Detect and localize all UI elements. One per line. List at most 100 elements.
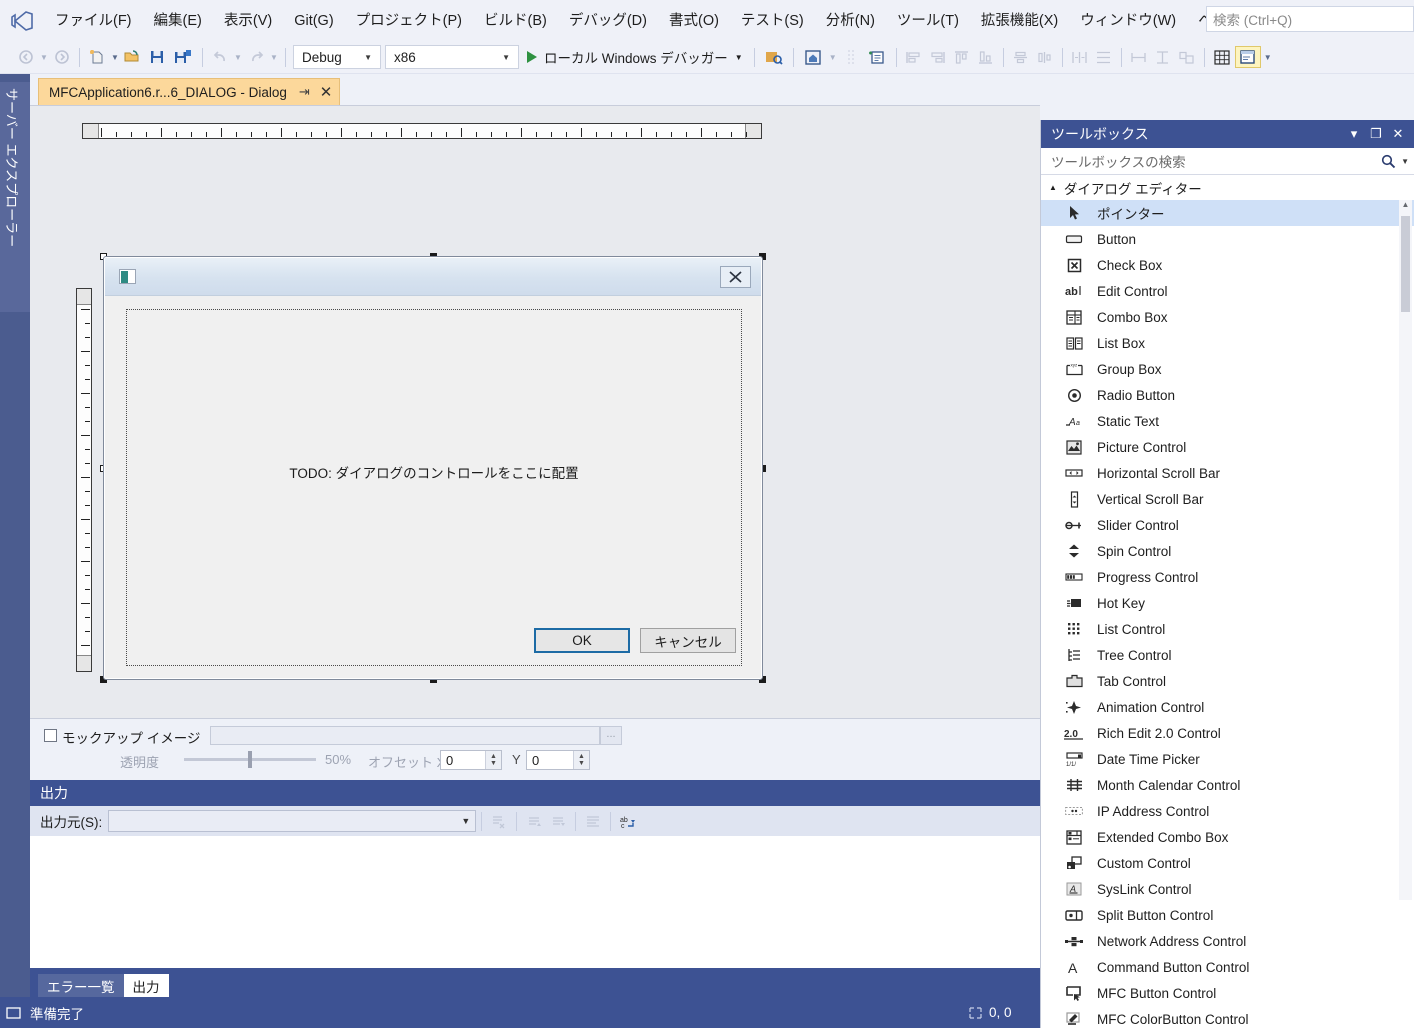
menu-file[interactable]: ファイル(F) — [44, 7, 143, 35]
toolbox-item-progress-control[interactable]: Progress Control — [1041, 564, 1414, 590]
maximize-icon[interactable]: ❐ — [1365, 126, 1387, 142]
toolbox-item-edit-control[interactable]: ab Edit Control — [1041, 278, 1414, 304]
toolbox-item-list[interactable]: ポインター Button Check Box ab Edit Control Combo … — [1041, 200, 1414, 1028]
toolbox-item-custom-control[interactable]: Custom Control — [1041, 850, 1414, 876]
toolbox-item-rich-edit-2-0-control[interactable]: 2.0 Rich Edit 2.0 Control — [1041, 720, 1414, 746]
go-to-next-icon[interactable] — [547, 810, 569, 832]
dialog-client-area[interactable]: TODO: ダイアログのコントロールをここに配置 — [126, 309, 742, 666]
tab-output[interactable]: 出力 — [123, 974, 169, 997]
center-horizontal-icon[interactable] — [1010, 46, 1032, 68]
redo-icon[interactable] — [245, 46, 267, 68]
menu-debug[interactable]: デバッグ(D) — [558, 7, 658, 35]
mockup-image-path-input[interactable] — [210, 726, 600, 745]
tab-error-list[interactable]: エラー一覧 — [38, 974, 124, 997]
toolbox-item-month-calendar-control[interactable]: Month Calendar Control — [1041, 772, 1414, 798]
toolbox-item-radio-button[interactable]: Radio Button — [1041, 382, 1414, 408]
toolbox-item-static-text[interactable]: Aa Static Text — [1041, 408, 1414, 434]
dialog-ok-button[interactable]: OK — [534, 628, 630, 653]
toolbox-item-spin-control[interactable]: Spin Control — [1041, 538, 1414, 564]
menu-build[interactable]: ビルド(B) — [473, 7, 558, 35]
dialog-selection-frame[interactable]: TODO: ダイアログのコントロールをここに配置 OK キャンセル — [100, 253, 766, 683]
toolbox-item-tree-control[interactable]: Tree Control — [1041, 642, 1414, 668]
output-panel-body[interactable] — [30, 836, 1040, 968]
dialog-cancel-button[interactable]: キャンセル — [640, 628, 736, 653]
toolbox-item-vertical-scroll-bar[interactable]: Vertical Scroll Bar — [1041, 486, 1414, 512]
mockup-image-browse-button[interactable]: ... — [600, 726, 622, 745]
open-file-icon[interactable] — [122, 46, 144, 68]
toolbox-item-mfc-colorbutton-control[interactable]: MFC ColorButton Control — [1041, 1006, 1414, 1028]
toolbox-category-dialog-editor[interactable]: ▲ ダイアログ エディター — [1041, 175, 1414, 200]
start-debugging-button[interactable]: ローカル Windows デバッガー ▼ — [521, 47, 749, 67]
toolbox-search-input[interactable]: ツールボックスの検索 ▼ — [1041, 148, 1414, 175]
dialog-preview[interactable]: TODO: ダイアログのコントロールをここに配置 OK キャンセル — [103, 256, 763, 680]
new-file-dropdown-icon[interactable]: ▼ — [109, 53, 121, 62]
chevron-down-icon[interactable]: ▾ — [1343, 126, 1365, 142]
align-lefts-icon[interactable] — [903, 46, 925, 68]
toolbox-item-button[interactable]: Button — [1041, 226, 1414, 252]
menu-git[interactable]: Git(G) — [283, 7, 344, 35]
space-across-icon[interactable] — [1069, 46, 1091, 68]
toolbox-scrollbar[interactable]: ▲ — [1399, 200, 1412, 900]
scroll-up-icon[interactable]: ▲ — [1399, 200, 1412, 214]
toolbox-item-list-box[interactable]: List Box — [1041, 330, 1414, 356]
toolbox-item-animation-control[interactable]: Animation Control — [1041, 694, 1414, 720]
toolbox-item-syslink-control[interactable]: A SysLink Control — [1041, 876, 1414, 902]
make-same-size-icon[interactable] — [1176, 46, 1198, 68]
go-to-previous-icon[interactable] — [523, 810, 545, 832]
close-icon[interactable]: ✕ — [1387, 126, 1409, 142]
toolbox-item-split-button-control[interactable]: Split Button Control — [1041, 902, 1414, 928]
chevron-down-icon[interactable]: ▼ — [728, 53, 743, 62]
menu-view[interactable]: 表示(V) — [213, 7, 283, 35]
test-dialog-icon[interactable] — [1234, 46, 1261, 68]
dialog-close-icon[interactable] — [720, 266, 751, 288]
toolbox-item-picture-control[interactable]: Picture Control — [1041, 434, 1414, 460]
pin-icon[interactable]: ⇥ — [299, 84, 310, 100]
menu-test[interactable]: テスト(S) — [730, 7, 815, 35]
close-icon[interactable]: ✕ — [320, 83, 333, 101]
menu-extensions[interactable]: 拡張機能(X) — [970, 7, 1069, 35]
menu-tools[interactable]: ツール(T) — [886, 7, 970, 35]
dialog-tools-dropdown-icon[interactable]: ▼ — [1262, 53, 1274, 62]
offset-y-spin-arrows-icon[interactable]: ▲ ▼ — [573, 751, 589, 769]
toolbox-item-hot-key[interactable]: Hot Key — [1041, 590, 1414, 616]
redo-dropdown-icon[interactable]: ▼ — [268, 53, 280, 62]
new-file-icon[interactable] — [86, 46, 108, 68]
align-bottoms-icon[interactable] — [975, 46, 997, 68]
opacity-slider[interactable] — [184, 751, 316, 768]
search-icon[interactable] — [1381, 154, 1396, 169]
toolbox-item-group-box[interactable]: xyz Group Box — [1041, 356, 1414, 382]
make-same-width-icon[interactable] — [1128, 46, 1150, 68]
dialog-designer-canvas[interactable]: TODO: ダイアログのコントロールをここに配置 OK キャンセル — [30, 105, 1040, 718]
toggle-wordwrap-icon[interactable] — [582, 810, 604, 832]
menu-format[interactable]: 書式(O) — [658, 7, 730, 35]
new-item-icon[interactable] — [864, 46, 890, 68]
offset-x-stepper[interactable]: 0 ▲ ▼ — [440, 750, 502, 770]
menu-edit[interactable]: 編集(E) — [143, 7, 213, 35]
toolbox-item-extended-combo-box[interactable]: Extended Combo Box — [1041, 824, 1414, 850]
toolbox-item-tab-control[interactable]: Tab Control — [1041, 668, 1414, 694]
toolbox-item-ip-address-control[interactable]: IP Address Control — [1041, 798, 1414, 824]
chevron-down-icon[interactable]: ▼ — [1401, 157, 1409, 166]
toolbox-item-mfc-button-control[interactable]: MFC Button Control — [1041, 980, 1414, 1006]
menu-window[interactable]: ウィンドウ(W) — [1069, 7, 1187, 35]
toolbox-scrollbar-thumb[interactable] — [1401, 216, 1410, 312]
toolbox-item-[interactable]: ポインター — [1041, 200, 1414, 226]
toolbox-item-list-control[interactable]: List Control — [1041, 616, 1414, 642]
toolbox-item-check-box[interactable]: Check Box — [1041, 252, 1414, 278]
document-tab-dialog[interactable]: MFCApplication6.r...6_DIALOG - Dialog ⇥ … — [38, 78, 341, 105]
save-icon[interactable] — [146, 46, 168, 68]
toolbox-item-date-time-picker[interactable]: 1/1/Date Time Picker — [1041, 746, 1414, 772]
toolbox-item-horizontal-scroll-bar[interactable]: Horizontal Scroll Bar — [1041, 460, 1414, 486]
toolbox-item-command-button-control[interactable]: A Command Button Control — [1041, 954, 1414, 980]
navigate-back-dropdown-icon[interactable]: ▼ — [38, 53, 50, 62]
toggle-autoscroll-icon[interactable]: ab c — [617, 810, 639, 832]
home-icon[interactable] — [800, 46, 826, 68]
space-down-icon[interactable] — [1093, 46, 1115, 68]
navigate-back-icon[interactable] — [15, 46, 37, 68]
undo-icon[interactable] — [209, 46, 231, 68]
home-dropdown-icon[interactable]: ▼ — [827, 53, 839, 62]
undo-dropdown-icon[interactable]: ▼ — [232, 53, 244, 62]
align-tops-icon[interactable] — [951, 46, 973, 68]
toggle-grid-icon[interactable] — [1211, 46, 1233, 68]
clear-all-icon[interactable] — [488, 810, 510, 832]
